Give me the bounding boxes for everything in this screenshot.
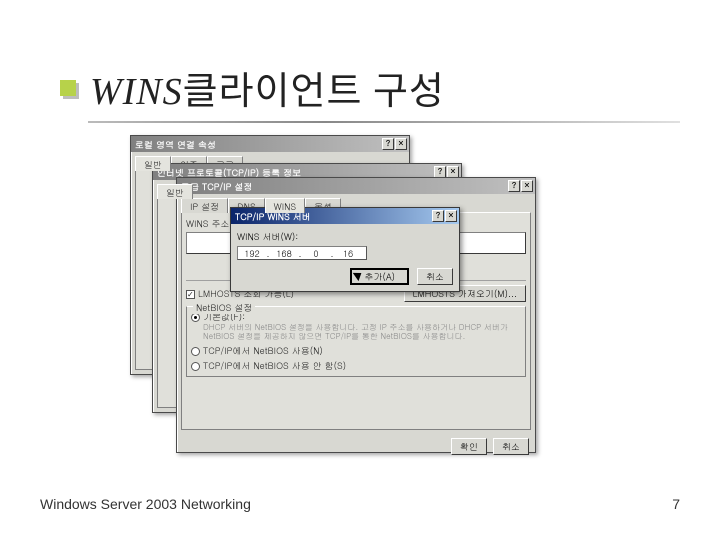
dlg1-tab-general[interactable]: 일반: [135, 156, 171, 171]
title-bullet-icon: [60, 80, 76, 96]
title-wins: WINS: [90, 71, 183, 113]
dlg3-titlebar: 고급 TCP/IP 설정 ? ×: [177, 178, 535, 194]
radio-enable[interactable]: TCP/IP에서 NetBIOS 사용(N): [191, 344, 521, 357]
netbios-group-label: NetBIOS 설정: [193, 301, 255, 314]
close-btn[interactable]: ×: [445, 210, 457, 222]
rb-default-desc: DHCP 서버의 NetBIOS 설정을 사용합니다. 고정 IP 주소를 사용…: [203, 323, 521, 341]
tab-wins[interactable]: WINS: [265, 198, 305, 213]
help-btn[interactable]: ?: [432, 210, 444, 222]
dlg1-title: 로컬 영역 연결 속성: [135, 138, 216, 151]
title-underline: [88, 121, 680, 123]
close-btn[interactable]: ×: [395, 138, 407, 150]
ip-seg-2: 168: [270, 247, 298, 260]
slide-footer: Windows Server 2003 Networking 7: [40, 496, 680, 512]
slide-title: WINS클라이언트 구성: [90, 60, 445, 115]
popup-label: WINS 서버(W):: [237, 230, 453, 243]
popup-cancel-button[interactable]: 취소: [417, 268, 453, 285]
netbios-group: NetBIOS 설정 기본값(F): DHCP 서버의 NetBIOS 설정을 …: [186, 306, 526, 377]
ip-seg-4: 16: [334, 247, 362, 260]
popup-wins-server: TCP/IP WINS 서버 ? × WINS 서버(W): 192. 168.…: [230, 207, 460, 292]
dialog-stack: 로컬 영역 연결 속성 ? × 일반 인증 고급 인터넷 프로토콜(TCP/IP…: [130, 135, 560, 455]
ip-seg-1: 192: [238, 247, 266, 260]
help-btn[interactable]: ?: [382, 138, 394, 150]
dlg3-footer: 확인 취소: [177, 434, 535, 459]
radio-default[interactable]: 기본값(F): DHCP 서버의 NetBIOS 설정을 사용합니다. 고정 I…: [191, 310, 521, 341]
title-rest: 클라이언트 구성: [183, 71, 445, 113]
footer-text: Windows Server 2003 Networking: [40, 496, 251, 512]
wins-server-ip-input[interactable]: 192. 168. 0. 16: [237, 246, 367, 260]
radio-disable[interactable]: TCP/IP에서 NetBIOS 사용 안 함(S): [191, 359, 521, 372]
cursor-icon: [355, 270, 367, 288]
page-number: 7: [672, 496, 680, 512]
tab-ip[interactable]: IP 설정: [181, 198, 228, 213]
rb-enable-label: TCP/IP에서 NetBIOS 사용(N): [203, 344, 323, 357]
ip-seg-3: 0: [302, 247, 330, 260]
cancel-button[interactable]: 취소: [493, 438, 529, 455]
ok-button[interactable]: 확인: [451, 438, 487, 455]
rb-disable-label: TCP/IP에서 NetBIOS 사용 안 함(S): [203, 359, 346, 372]
close-btn[interactable]: ×: [521, 180, 533, 192]
help-btn[interactable]: ?: [508, 180, 520, 192]
dlg2-tab-general[interactable]: 일반: [157, 184, 193, 199]
dlg1-titlebar: 로컬 영역 연결 속성 ? ×: [131, 136, 409, 152]
